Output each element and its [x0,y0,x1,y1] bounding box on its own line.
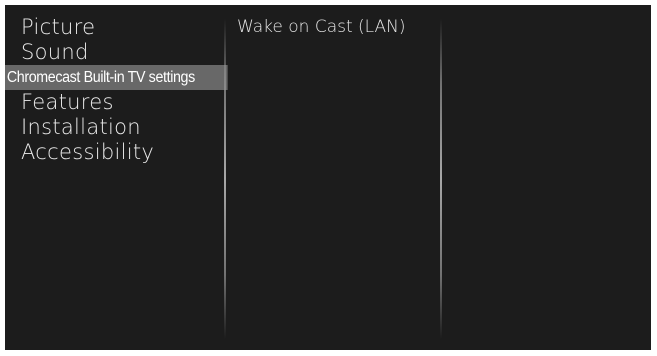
tv-settings-screen: Picture Sound Chromecast Built-in TV set… [5,5,651,350]
column-divider-1 [224,19,226,339]
menu-item-installation[interactable]: Installation [5,115,227,140]
menu-item-sound[interactable]: Sound [5,40,227,65]
menu-item-accessibility[interactable]: Accessibility [5,140,227,165]
main-menu: Picture Sound Chromecast Built-in TV set… [5,15,228,165]
submenu-item-wake-on-cast-lan[interactable]: Wake on Cast (LAN) [237,14,437,40]
menu-item-chromecast-built-in-tv-settings[interactable]: Chromecast Built-in TV settings [5,65,228,90]
menu-item-features[interactable]: Features [5,90,227,115]
menu-item-picture[interactable]: Picture [5,15,227,40]
column-divider-2 [440,19,442,339]
submenu: Wake on Cast (LAN) [237,14,437,40]
